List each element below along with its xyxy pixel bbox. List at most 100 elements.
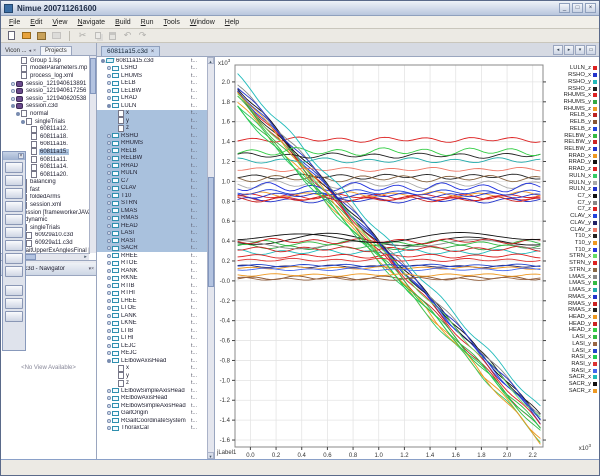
tree-item-group-1-lsp[interactable]: Group 1.lsp [2, 57, 96, 65]
list-item-ltoe[interactable]: LTOEt... [97, 305, 207, 313]
list-item-y[interactable]: yt... [97, 372, 207, 380]
expand-icon[interactable] [105, 156, 112, 160]
open-project-button[interactable] [20, 30, 33, 42]
save-all-button[interactable] [35, 30, 48, 42]
expand-icon[interactable] [105, 284, 112, 288]
tabs-list-button[interactable]: ▾ [575, 45, 585, 55]
tree-item-sessio-121940613891[interactable]: sessio_121940613891 [2, 80, 96, 88]
expand-icon[interactable] [105, 314, 112, 318]
navigator-close-icon[interactable]: × [91, 266, 94, 272]
menu-view[interactable]: View [47, 18, 72, 27]
list-item-rtoe[interactable]: RTOEt... [97, 260, 207, 268]
expand-icon[interactable] [105, 261, 112, 265]
list-item-lhee[interactable]: LHEEt... [97, 297, 207, 305]
expand-icon[interactable] [105, 89, 112, 93]
tree-item-sessio-121940617256[interactable]: sessio_121940617256 [2, 87, 96, 95]
tabs-scroll-right-button[interactable]: ▸ [564, 45, 574, 55]
list-item-rthi[interactable]: RTHIt... [97, 290, 207, 298]
list-item-luln[interactable]: LULNt... [97, 102, 207, 110]
list-item-relb[interactable]: RELBt... [97, 147, 207, 155]
collapse-icon[interactable] [105, 104, 112, 108]
menu-navigate[interactable]: Navigate [72, 18, 110, 27]
undo-button[interactable] [121, 30, 134, 42]
scroll-up-icon[interactable]: ▴ [207, 57, 214, 64]
list-item-z[interactable]: zt... [97, 380, 207, 388]
tab-projects[interactable]: Projects [40, 46, 72, 55]
expand-icon[interactable] [9, 97, 16, 101]
list-item-x[interactable]: xt... [97, 110, 207, 118]
list-item-lejc[interactable]: LEJCt... [97, 342, 207, 350]
list-item-rank[interactable]: RANKt... [97, 267, 207, 275]
new-file-button[interactable] [5, 30, 18, 42]
list-item-ltib[interactable]: LTIBt... [97, 327, 207, 335]
list-item-lelbowaxishead[interactable]: LElbowAxisHeadt... [97, 357, 207, 365]
tree-vertical-scrollbar[interactable] [89, 56, 96, 253]
close-button[interactable]: × [585, 3, 596, 13]
palette-title-bar[interactable]: × [3, 152, 25, 160]
list-vscroll-thumb[interactable] [208, 177, 214, 287]
expand-icon[interactable] [105, 344, 112, 348]
expand-icon[interactable] [105, 351, 112, 355]
scroll-right-icon[interactable]: ▸ [82, 254, 89, 260]
expand-icon[interactable] [105, 231, 112, 235]
collapse-icon[interactable] [9, 104, 16, 108]
expand-icon[interactable] [105, 201, 112, 205]
list-item-ruln[interactable]: RULNt... [97, 170, 207, 178]
expand-icon[interactable] [9, 89, 16, 93]
tree-item-singletrials[interactable]: singleTrials [2, 118, 96, 126]
list-item-rgaitcoordinatesystem[interactable]: RGaitCoordinateSystemt... [97, 417, 207, 425]
menu-tools[interactable]: Tools [159, 18, 185, 27]
tree-item-60811a16-[interactable]: 60811a16. [2, 141, 96, 149]
expand-icon[interactable] [105, 276, 112, 280]
open-file-button[interactable] [50, 30, 63, 42]
tree-item-modelparameters-mp[interactable]: modelParameters.mp [2, 65, 96, 73]
palette-button-4[interactable] [5, 201, 23, 212]
list-item-relbowaxishead[interactable]: RElbowAxisHeadt... [97, 395, 207, 403]
tree-item-60811a18-[interactable]: 60811a18. [2, 133, 96, 141]
list-item-y[interactable]: yt... [97, 117, 207, 125]
expand-icon[interactable] [105, 171, 112, 175]
floating-palette[interactable]: × [2, 151, 26, 351]
expand-icon[interactable] [105, 134, 112, 138]
expand-icon[interactable] [105, 396, 112, 400]
expand-icon[interactable] [105, 254, 112, 258]
expand-icon[interactable] [105, 269, 112, 273]
scroll-down-icon[interactable]: ▾ [207, 452, 214, 459]
expand-icon[interactable] [105, 96, 112, 100]
list-item-rsho[interactable]: RSHOt... [97, 132, 207, 140]
expand-icon[interactable] [105, 306, 112, 310]
palette-button-1[interactable] [5, 162, 23, 173]
palette-button-12[interactable] [5, 311, 23, 322]
expand-icon[interactable] [105, 66, 112, 70]
copy-button[interactable] [91, 30, 104, 42]
list-item-sacr[interactable]: SACRt... [97, 245, 207, 253]
list-item-z[interactable]: zt... [97, 125, 207, 133]
maximize-view-button[interactable]: ▭ [586, 45, 596, 55]
list-item-clav[interactable]: CLAVt... [97, 185, 207, 193]
list-item-rtib[interactable]: RTIBt... [97, 282, 207, 290]
expand-icon[interactable] [105, 209, 112, 213]
list-item-head[interactable]: HEADt... [97, 222, 207, 230]
palette-button-11[interactable] [5, 298, 23, 309]
collapse-icon[interactable] [105, 359, 112, 363]
expand-icon[interactable] [105, 291, 112, 295]
tree-item-process-log-xml[interactable]: process_log.xml [2, 72, 96, 80]
menu-edit[interactable]: Edit [25, 18, 47, 27]
list-item-lelbw[interactable]: LELBWt... [97, 87, 207, 95]
tab-vicon[interactable]: Vicon ... ◂ × [1, 47, 40, 55]
list-item-lthi[interactable]: LTHIt... [97, 335, 207, 343]
list-item-strn[interactable]: STRNt... [97, 200, 207, 208]
list-item-rmas[interactable]: RMASt... [97, 215, 207, 223]
palette-button-2[interactable] [5, 175, 23, 186]
palette-button-3[interactable] [5, 188, 23, 199]
list-item-t10[interactable]: T10t... [97, 192, 207, 200]
expand-icon[interactable] [105, 239, 112, 243]
list-item-rkne[interactable]: RKNEt... [97, 275, 207, 283]
expand-icon[interactable] [105, 179, 112, 183]
maximize-button[interactable]: □ [572, 3, 583, 13]
list-item-c7[interactable]: C7t... [97, 177, 207, 185]
palette-button-5[interactable] [5, 214, 23, 225]
expand-icon[interactable] [105, 141, 112, 145]
palette-button-10[interactable] [5, 285, 23, 296]
palette-button-6[interactable] [5, 227, 23, 238]
